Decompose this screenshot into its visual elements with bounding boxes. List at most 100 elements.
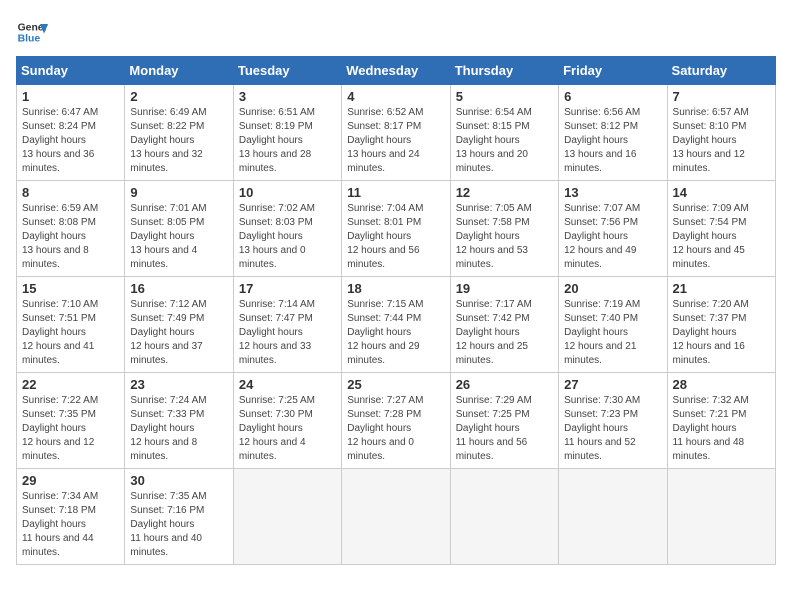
day-number: 5 [456, 89, 553, 104]
day-info: Sunrise: 7:17 AM Sunset: 7:42 PM Dayligh… [456, 298, 553, 368]
day-number: 7 [673, 89, 770, 104]
calendar-cell: 6 Sunrise: 6:56 AM Sunset: 8:12 PM Dayli… [559, 85, 667, 181]
calendar-cell: 28 Sunrise: 7:32 AM Sunset: 7:21 PM Dayl… [667, 373, 775, 469]
day-number: 28 [673, 377, 770, 392]
calendar-cell: 25 Sunrise: 7:27 AM Sunset: 7:28 PM Dayl… [342, 373, 450, 469]
day-info: Sunrise: 6:56 AM Sunset: 8:12 PM Dayligh… [564, 106, 661, 176]
calendar-cell: 17 Sunrise: 7:14 AM Sunset: 7:47 PM Dayl… [233, 277, 341, 373]
calendar-week-5: 29 Sunrise: 7:34 AM Sunset: 7:18 PM Dayl… [17, 469, 776, 565]
calendar-table: SundayMondayTuesdayWednesdayThursdayFrid… [16, 56, 776, 565]
calendar-cell: 21 Sunrise: 7:20 AM Sunset: 7:37 PM Dayl… [667, 277, 775, 373]
day-number: 2 [130, 89, 227, 104]
svg-text:Blue: Blue [18, 34, 41, 45]
calendar-cell: 20 Sunrise: 7:19 AM Sunset: 7:40 PM Dayl… [559, 277, 667, 373]
day-number: 30 [130, 473, 227, 488]
calendar-cell: 13 Sunrise: 7:07 AM Sunset: 7:56 PM Dayl… [559, 181, 667, 277]
calendar-cell: 15 Sunrise: 7:10 AM Sunset: 7:51 PM Dayl… [17, 277, 125, 373]
day-number: 20 [564, 281, 661, 296]
day-info: Sunrise: 7:15 AM Sunset: 7:44 PM Dayligh… [347, 298, 444, 368]
day-number: 27 [564, 377, 661, 392]
day-info: Sunrise: 7:14 AM Sunset: 7:47 PM Dayligh… [239, 298, 336, 368]
day-number: 6 [564, 89, 661, 104]
day-info: Sunrise: 6:52 AM Sunset: 8:17 PM Dayligh… [347, 106, 444, 176]
day-info: Sunrise: 7:30 AM Sunset: 7:23 PM Dayligh… [564, 394, 661, 464]
calendar-cell: 30 Sunrise: 7:35 AM Sunset: 7:16 PM Dayl… [125, 469, 233, 565]
calendar-week-2: 8 Sunrise: 6:59 AM Sunset: 8:08 PM Dayli… [17, 181, 776, 277]
day-number: 25 [347, 377, 444, 392]
header-row: SundayMondayTuesdayWednesdayThursdayFrid… [17, 57, 776, 85]
calendar-week-1: 1 Sunrise: 6:47 AM Sunset: 8:24 PM Dayli… [17, 85, 776, 181]
calendar-cell: 1 Sunrise: 6:47 AM Sunset: 8:24 PM Dayli… [17, 85, 125, 181]
day-number: 21 [673, 281, 770, 296]
day-info: Sunrise: 6:49 AM Sunset: 8:22 PM Dayligh… [130, 106, 227, 176]
calendar-cell: 27 Sunrise: 7:30 AM Sunset: 7:23 PM Dayl… [559, 373, 667, 469]
day-number: 18 [347, 281, 444, 296]
day-number: 15 [22, 281, 119, 296]
day-number: 29 [22, 473, 119, 488]
calendar-cell: 24 Sunrise: 7:25 AM Sunset: 7:30 PM Dayl… [233, 373, 341, 469]
day-number: 3 [239, 89, 336, 104]
day-info: Sunrise: 7:32 AM Sunset: 7:21 PM Dayligh… [673, 394, 770, 464]
calendar-cell [667, 469, 775, 565]
calendar-cell [559, 469, 667, 565]
calendar-cell: 29 Sunrise: 7:34 AM Sunset: 7:18 PM Dayl… [17, 469, 125, 565]
day-number: 17 [239, 281, 336, 296]
day-info: Sunrise: 6:57 AM Sunset: 8:10 PM Dayligh… [673, 106, 770, 176]
day-info: Sunrise: 7:02 AM Sunset: 8:03 PM Dayligh… [239, 202, 336, 272]
calendar-cell: 22 Sunrise: 7:22 AM Sunset: 7:35 PM Dayl… [17, 373, 125, 469]
day-info: Sunrise: 7:19 AM Sunset: 7:40 PM Dayligh… [564, 298, 661, 368]
header-saturday: Saturday [667, 57, 775, 85]
day-number: 10 [239, 185, 336, 200]
calendar-week-3: 15 Sunrise: 7:10 AM Sunset: 7:51 PM Dayl… [17, 277, 776, 373]
day-number: 23 [130, 377, 227, 392]
calendar-cell: 2 Sunrise: 6:49 AM Sunset: 8:22 PM Dayli… [125, 85, 233, 181]
day-info: Sunrise: 7:24 AM Sunset: 7:33 PM Dayligh… [130, 394, 227, 464]
calendar-cell: 4 Sunrise: 6:52 AM Sunset: 8:17 PM Dayli… [342, 85, 450, 181]
calendar-cell: 14 Sunrise: 7:09 AM Sunset: 7:54 PM Dayl… [667, 181, 775, 277]
calendar-cell [342, 469, 450, 565]
calendar-cell: 9 Sunrise: 7:01 AM Sunset: 8:05 PM Dayli… [125, 181, 233, 277]
day-number: 14 [673, 185, 770, 200]
day-number: 12 [456, 185, 553, 200]
day-number: 13 [564, 185, 661, 200]
day-info: Sunrise: 7:27 AM Sunset: 7:28 PM Dayligh… [347, 394, 444, 464]
day-info: Sunrise: 7:34 AM Sunset: 7:18 PM Dayligh… [22, 490, 119, 560]
calendar-cell: 11 Sunrise: 7:04 AM Sunset: 8:01 PM Dayl… [342, 181, 450, 277]
page-header: General Blue [16, 16, 776, 48]
day-info: Sunrise: 6:54 AM Sunset: 8:15 PM Dayligh… [456, 106, 553, 176]
calendar-cell: 19 Sunrise: 7:17 AM Sunset: 7:42 PM Dayl… [450, 277, 558, 373]
logo: General Blue [16, 16, 52, 48]
header-friday: Friday [559, 57, 667, 85]
calendar-cell [233, 469, 341, 565]
day-info: Sunrise: 7:22 AM Sunset: 7:35 PM Dayligh… [22, 394, 119, 464]
calendar-cell: 5 Sunrise: 6:54 AM Sunset: 8:15 PM Dayli… [450, 85, 558, 181]
calendar-cell: 23 Sunrise: 7:24 AM Sunset: 7:33 PM Dayl… [125, 373, 233, 469]
calendar-cell: 12 Sunrise: 7:05 AM Sunset: 7:58 PM Dayl… [450, 181, 558, 277]
day-info: Sunrise: 7:09 AM Sunset: 7:54 PM Dayligh… [673, 202, 770, 272]
logo-icon: General Blue [16, 16, 48, 48]
day-number: 24 [239, 377, 336, 392]
day-number: 22 [22, 377, 119, 392]
day-info: Sunrise: 7:10 AM Sunset: 7:51 PM Dayligh… [22, 298, 119, 368]
calendar-cell: 18 Sunrise: 7:15 AM Sunset: 7:44 PM Dayl… [342, 277, 450, 373]
day-info: Sunrise: 7:20 AM Sunset: 7:37 PM Dayligh… [673, 298, 770, 368]
day-info: Sunrise: 7:04 AM Sunset: 8:01 PM Dayligh… [347, 202, 444, 272]
day-number: 4 [347, 89, 444, 104]
calendar-cell: 26 Sunrise: 7:29 AM Sunset: 7:25 PM Dayl… [450, 373, 558, 469]
calendar-cell: 8 Sunrise: 6:59 AM Sunset: 8:08 PM Dayli… [17, 181, 125, 277]
day-number: 19 [456, 281, 553, 296]
header-sunday: Sunday [17, 57, 125, 85]
day-number: 1 [22, 89, 119, 104]
calendar-week-4: 22 Sunrise: 7:22 AM Sunset: 7:35 PM Dayl… [17, 373, 776, 469]
calendar-cell: 10 Sunrise: 7:02 AM Sunset: 8:03 PM Dayl… [233, 181, 341, 277]
calendar-cell [450, 469, 558, 565]
day-number: 11 [347, 185, 444, 200]
day-info: Sunrise: 6:51 AM Sunset: 8:19 PM Dayligh… [239, 106, 336, 176]
day-info: Sunrise: 7:07 AM Sunset: 7:56 PM Dayligh… [564, 202, 661, 272]
day-info: Sunrise: 7:05 AM Sunset: 7:58 PM Dayligh… [456, 202, 553, 272]
day-info: Sunrise: 6:47 AM Sunset: 8:24 PM Dayligh… [22, 106, 119, 176]
header-monday: Monday [125, 57, 233, 85]
calendar-cell: 16 Sunrise: 7:12 AM Sunset: 7:49 PM Dayl… [125, 277, 233, 373]
day-info: Sunrise: 7:25 AM Sunset: 7:30 PM Dayligh… [239, 394, 336, 464]
calendar-cell: 7 Sunrise: 6:57 AM Sunset: 8:10 PM Dayli… [667, 85, 775, 181]
